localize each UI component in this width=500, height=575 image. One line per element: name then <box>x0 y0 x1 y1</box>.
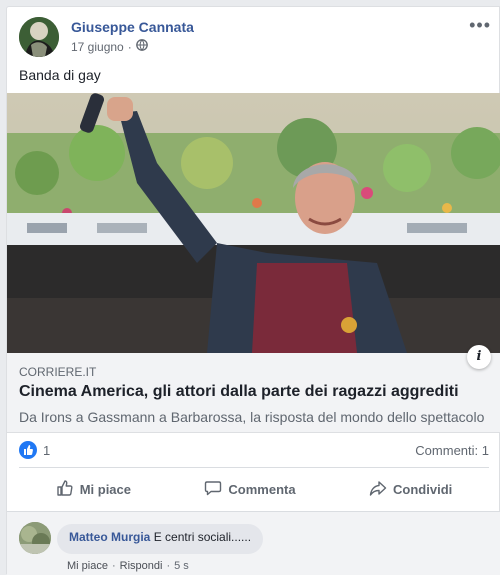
post-card: Giuseppe Cannata 17 giugno · ••• Banda d… <box>6 6 500 575</box>
post-text: Banda di gay <box>19 67 101 83</box>
info-icon[interactable]: i <box>467 345 491 369</box>
comments-section: Matteo Murgia E centri sociali...... Mi … <box>7 511 500 575</box>
comment-like-link[interactable]: Mi piace <box>67 560 108 572</box>
post-date[interactable]: 17 giugno <box>71 40 124 54</box>
like-button-label: Mi piace <box>79 481 131 497</box>
reactions-bar: 1 Commenti: 1 <box>19 437 489 461</box>
like-button[interactable]: Mi piace <box>56 473 131 505</box>
comment-time[interactable]: 5 s <box>174 560 189 572</box>
comment-button-label: Commenta <box>228 481 296 497</box>
commenter-name[interactable]: Matteo Murgia <box>69 530 150 544</box>
share-button-label: Condividi <box>393 481 453 497</box>
thumbs-up-icon <box>56 479 74 500</box>
commenter-avatar[interactable] <box>19 522 51 554</box>
link-description: Da Irons a Gassmann a Barbarossa, la ris… <box>19 409 485 425</box>
author-name[interactable]: Giuseppe Cannata <box>71 19 194 35</box>
author-avatar[interactable] <box>19 17 59 57</box>
post-header: Giuseppe Cannata 17 giugno · ••• <box>19 15 499 61</box>
link-preview[interactable]: i CORRIERE.IT Cinema America, gli attori… <box>7 345 500 433</box>
like-count[interactable]: 1 <box>43 443 50 458</box>
link-domain: CORRIERE.IT <box>19 365 97 379</box>
share-button[interactable]: Condividi <box>369 473 452 505</box>
divider <box>19 467 489 468</box>
share-arrow-icon <box>369 479 387 500</box>
link-title[interactable]: Cinema America, gli attori dalla parte d… <box>19 383 459 401</box>
meta-separator: · <box>127 39 132 54</box>
comment-button[interactable]: Commenta <box>204 473 296 505</box>
globe-icon[interactable] <box>135 39 148 54</box>
comments-count[interactable]: Commenti: 1 <box>415 443 489 458</box>
link-image[interactable] <box>7 93 500 353</box>
speech-bubble-icon <box>204 479 222 500</box>
comment-reply-link[interactable]: Rispondi <box>120 560 163 572</box>
more-options-icon[interactable]: ••• <box>469 15 491 36</box>
action-bar: Mi piace Commenta Condividi <box>19 473 489 505</box>
comment-actions: Mi piace · Rispondi · 5 s <box>67 560 189 572</box>
comment-bubble: Matteo Murgia E centri sociali...... <box>57 524 264 554</box>
like-reaction-icon[interactable] <box>19 441 37 459</box>
comment-separator: · <box>166 560 171 572</box>
post-meta: 17 giugno · <box>71 39 148 54</box>
comment-text: E centri sociali...... <box>153 530 252 544</box>
photo-illustration <box>7 93 500 353</box>
comment-separator: · <box>111 560 116 572</box>
